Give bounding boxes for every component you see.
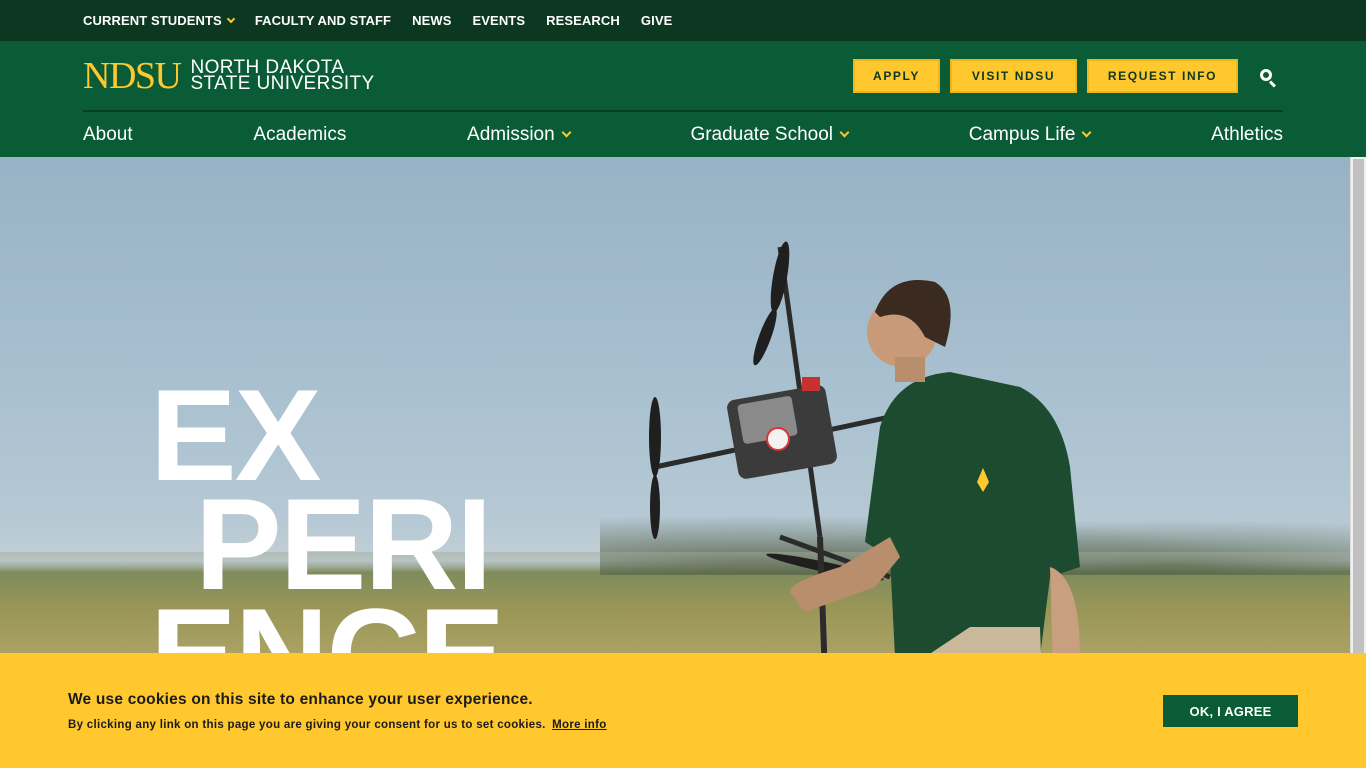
- logo-line-2: STATE UNIVERSITY: [190, 73, 375, 94]
- cookie-title: We use cookies on this site to enhance y…: [68, 691, 533, 708]
- main-nav: About Academics Admission Graduate Schoo…: [83, 112, 1283, 157]
- chevron-down-icon: [561, 127, 572, 138]
- logo-wordmark: NORTH DAKOTA STATE UNIVERSITY: [190, 58, 390, 94]
- search-icon[interactable]: [1259, 68, 1277, 88]
- cta-group: APPLY VISIT NDSU REQUEST INFO: [853, 59, 1238, 93]
- cookie-message: By clicking any link on this page you ar…: [68, 719, 607, 731]
- nav-item-about[interactable]: About: [83, 124, 133, 146]
- utility-link-news[interactable]: NEWS: [412, 13, 451, 28]
- nav-item-campus-life[interactable]: Campus Life: [968, 123, 1092, 146]
- utility-nav: CURRENT STUDENTS FACULTY AND STAFF NEWS …: [83, 0, 672, 41]
- cookie-message-text: By clicking any link on this page you ar…: [68, 719, 546, 731]
- nav-item-graduate-school[interactable]: Graduate School: [690, 123, 850, 146]
- request-info-button[interactable]: REQUEST INFO: [1087, 59, 1238, 93]
- search-icon-handle: [1268, 80, 1277, 88]
- ndsu-logo[interactable]: NDSU NORTH DAKOTA STATE UNIVERSITY: [83, 57, 390, 95]
- logo-mark: NDSU: [83, 55, 182, 97]
- chevron-down-icon: [1081, 127, 1092, 138]
- utility-link-current-students[interactable]: CURRENT STUDENTS: [83, 13, 236, 28]
- nav-item-label: Campus Life: [968, 123, 1076, 145]
- utility-bar: CURRENT STUDENTS FACULTY AND STAFF NEWS …: [0, 0, 1366, 41]
- chevron-down-icon: [839, 127, 850, 138]
- scrollbar-thumb[interactable]: [1353, 159, 1364, 655]
- drone-illustration: [649, 241, 891, 678]
- nav-item-label: Admission: [467, 123, 555, 145]
- chevron-down-icon: [226, 14, 236, 24]
- utility-link-research[interactable]: RESEARCH: [546, 13, 620, 28]
- utility-link-events[interactable]: EVENTS: [473, 13, 526, 28]
- utility-link-label: CURRENT STUDENTS: [83, 13, 222, 28]
- utility-link-faculty-staff[interactable]: FACULTY AND STAFF: [255, 13, 391, 28]
- utility-link-give[interactable]: GIVE: [641, 13, 672, 28]
- search-icon-ring: [1260, 69, 1272, 81]
- site-header: NDSU NORTH DAKOTA STATE UNIVERSITY APPLY…: [0, 41, 1366, 157]
- cookie-agree-button[interactable]: OK, I AGREE: [1163, 695, 1298, 727]
- nav-item-label: Graduate School: [690, 123, 834, 145]
- nav-item-athletics[interactable]: Athletics: [1211, 124, 1283, 146]
- nav-item-academics[interactable]: Academics: [253, 124, 346, 146]
- cookie-more-info-link[interactable]: More info: [552, 719, 606, 731]
- apply-button[interactable]: APPLY: [853, 59, 940, 93]
- visit-ndsu-button[interactable]: VISIT NDSU: [950, 59, 1077, 93]
- cookie-banner: We use cookies on this site to enhance y…: [0, 653, 1366, 768]
- nav-item-admission[interactable]: Admission: [467, 123, 572, 146]
